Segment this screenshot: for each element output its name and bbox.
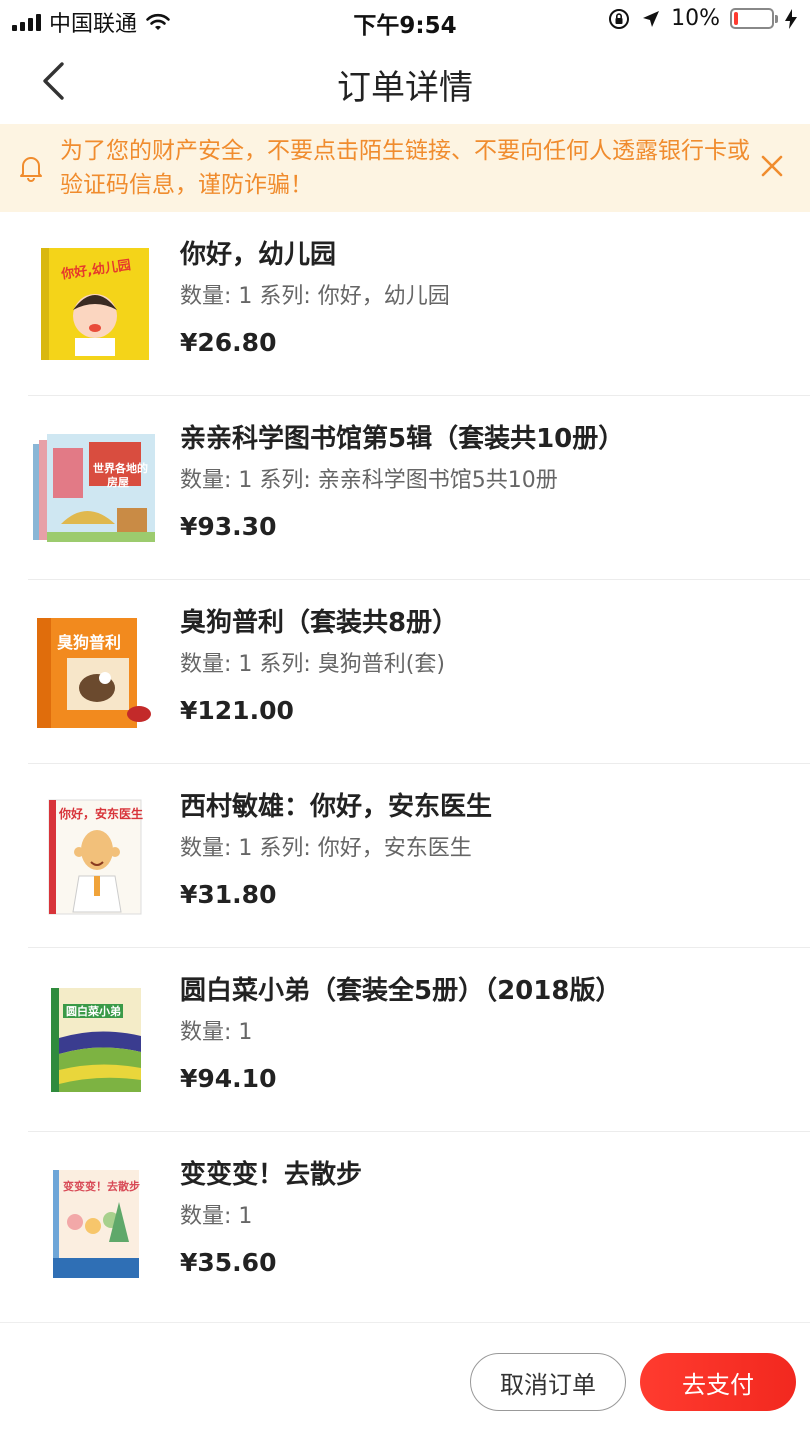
order-item[interactable]: 臭狗普利 臭狗普利（套装共8册） 数量: 1 系列: 臭狗普利(套) ¥121.… — [28, 580, 810, 764]
svg-text:圆白菜小弟: 圆白菜小弟 — [66, 1004, 121, 1018]
battery-percent: 10% — [671, 6, 720, 31]
svg-text:臭狗普利: 臭狗普利 — [57, 633, 121, 652]
nav-bar: 订单详情 — [0, 42, 810, 124]
svg-text:你好，安东医生: 你好，安东医生 — [58, 806, 143, 821]
book-cover-image: 世界各地的 房屋 — [30, 418, 158, 558]
location-arrow-icon — [643, 10, 660, 27]
item-meta: 数量: 1 系列: 你好，幼儿园 — [180, 284, 450, 309]
cancel-order-button[interactable]: 取消订单 — [470, 1353, 626, 1411]
item-price: ¥121.00 — [180, 696, 294, 725]
item-meta: 数量: 1 系列: 亲亲科学图书馆5共10册 — [180, 468, 558, 493]
order-item[interactable]: 世界各地的 房屋 亲亲科学图书馆第5辑（套装共10册） 数量: 1 系列: 亲亲… — [28, 396, 810, 580]
item-meta: 数量: 1 — [180, 1020, 253, 1045]
notice-text: 为了您的财产安全，不要点击陌生链接、不要向任何人透露银行卡或验证码信息，谨防诈骗… — [60, 138, 750, 198]
carrier-label: 中国联通 — [49, 12, 138, 37]
battery-icon — [730, 8, 778, 29]
status-bar: 中国联通 下午9:54 10% — [0, 0, 810, 42]
item-meta: 数量: 1 — [180, 1204, 253, 1229]
bell-icon — [20, 157, 42, 182]
walk-book-cover-icon: 变变变！去散步 — [53, 1170, 140, 1278]
rotation-lock-icon — [609, 8, 630, 29]
charging-bolt-icon — [785, 8, 797, 29]
order-item[interactable]: 变变变！去散步 变变变！去散步 数量: 1 ¥35.60 — [28, 1132, 810, 1316]
item-title: 变变变！去散步 — [180, 1160, 363, 1190]
item-price: ¥93.30 — [180, 512, 277, 541]
yellow-book-cover-icon: 你好,幼儿园 — [41, 248, 149, 360]
book-cover-image: 你好，安东医生 — [30, 786, 158, 926]
book-cover-image: 变变变！去散步 — [30, 1154, 158, 1294]
wifi-icon — [146, 13, 170, 30]
book-cover-image: 圆白菜小弟 — [30, 970, 158, 1110]
item-price: ¥35.60 — [180, 1248, 277, 1277]
doctor-book-cover-icon: 你好，安东医生 — [48, 799, 143, 915]
svg-text:世界各地的: 世界各地的 — [93, 461, 148, 475]
bottom-action-bar: 取消订单 去支付 — [0, 1322, 810, 1440]
item-price: ¥94.10 — [180, 1064, 277, 1093]
book-cover-image: 臭狗普利 — [30, 602, 158, 742]
item-meta: 数量: 1 系列: 臭狗普利(套) — [180, 652, 445, 677]
item-title: 你好，幼儿园 — [180, 240, 337, 270]
item-meta: 数量: 1 系列: 你好，安东医生 — [180, 836, 472, 861]
order-item[interactable]: 你好，安东医生 西村敏雄：你好，安东医生 数量: 1 系列: 你好，安东医生 ¥… — [28, 764, 810, 948]
item-title: 臭狗普利（套装共8册） — [180, 608, 459, 638]
item-title: 亲亲科学图书馆第5辑（套装共10册） — [180, 424, 625, 454]
svg-text:房屋: 房屋 — [107, 475, 129, 489]
security-notice-banner: 为了您的财产安全，不要点击陌生链接、不要向任何人透露银行卡或验证码信息，谨防诈骗… — [0, 124, 810, 212]
page-title: 订单详情 — [337, 68, 473, 108]
svg-text:变变变！去散步: 变变变！去散步 — [63, 1179, 140, 1193]
status-right: 10% — [607, 6, 798, 31]
item-price: ¥31.80 — [180, 880, 277, 909]
order-item[interactable]: 圆白菜小弟 圆白菜小弟（套装全5册）（2018版） 数量: 1 ¥94.10 — [28, 948, 810, 1132]
status-left: 中国联通 — [12, 6, 171, 38]
notice-close-button[interactable] — [760, 154, 784, 182]
item-title: 西村敏雄：你好，安东医生 — [180, 792, 493, 822]
item-title: 圆白菜小弟（套装全5册）（2018版） — [180, 976, 622, 1006]
orange-book-set-cover-icon: 臭狗普利 — [37, 618, 151, 728]
houses-book-set-cover-icon: 世界各地的 房屋 — [33, 434, 155, 542]
close-icon — [761, 155, 783, 177]
signal-icon — [12, 13, 41, 31]
book-cover-image: 你好,幼儿园 — [30, 234, 158, 374]
pay-button[interactable]: 去支付 — [640, 1353, 796, 1411]
order-item-list: 你好,幼儿园 你好，幼儿园 数量: 1 系列: 你好，幼儿园 ¥26.80 世界… — [0, 212, 810, 1316]
cabbage-book-cover-icon: 圆白菜小弟 — [51, 988, 141, 1092]
item-price: ¥26.80 — [180, 328, 277, 357]
order-item[interactable]: 你好,幼儿园 你好，幼儿园 数量: 1 系列: 你好，幼儿园 ¥26.80 — [28, 212, 810, 396]
